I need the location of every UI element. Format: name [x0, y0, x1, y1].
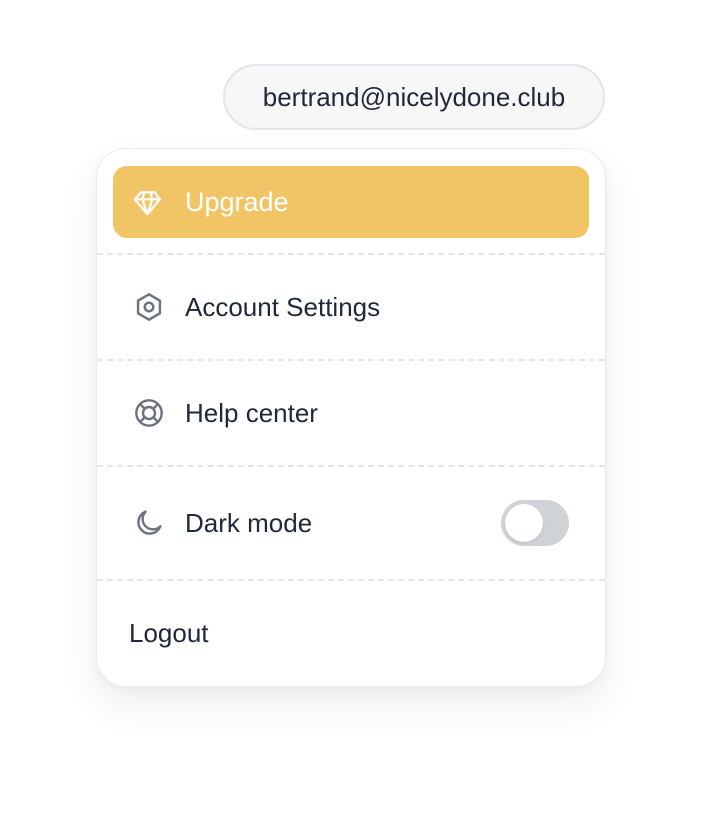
account-email-button[interactable]: bertrand@nicelydone.club [223, 64, 605, 130]
settings-hexagon-icon [136, 293, 162, 321]
logout-label: Logout [129, 618, 209, 648]
lifebuoy-icon [135, 399, 163, 427]
moon-icon [137, 510, 162, 535]
menu-item-account-settings[interactable]: Account Settings [97, 255, 605, 361]
menu-item-dark-mode: Dark mode [97, 467, 605, 581]
menu-item-help-center[interactable]: Help center [97, 361, 605, 467]
toggle-knob [505, 504, 543, 542]
menu-item-label: Help center [185, 397, 318, 428]
menu-item-label: Account Settings [185, 291, 381, 322]
user-dropdown-menu: Upgrade Account Settings Help center Dar… [96, 148, 606, 687]
upgrade-label: Upgrade [185, 187, 289, 217]
dark-mode-toggle[interactable] [501, 500, 569, 546]
diamond-icon [133, 191, 161, 216]
menu-item-label: Dark mode [185, 507, 313, 538]
page: bertrand@nicelydone.club Upgrade Account… [0, 0, 702, 815]
account-email: bertrand@nicelydone.club [262, 81, 566, 112]
upgrade-button[interactable]: Upgrade [113, 166, 589, 238]
upgrade-section: Upgrade [97, 149, 605, 255]
menu-item-logout[interactable]: Logout [97, 581, 605, 686]
